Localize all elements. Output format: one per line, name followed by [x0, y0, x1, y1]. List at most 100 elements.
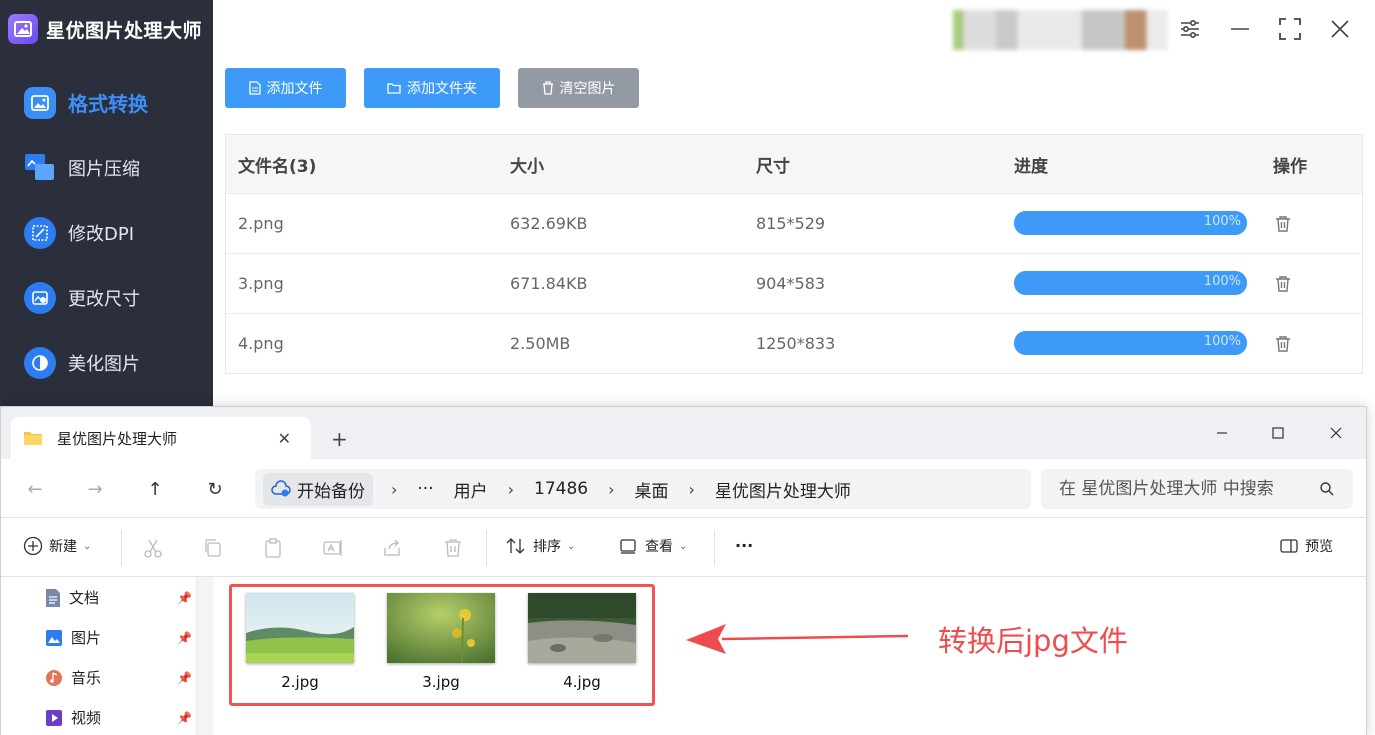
- preview-button[interactable]: 预览: [1279, 536, 1333, 556]
- sidebar-item-label: 图片: [71, 629, 102, 647]
- explorer-titlebar: 星优图片处理大师 ✕ +: [1, 407, 1366, 459]
- close-tab-icon[interactable]: ✕: [278, 429, 291, 448]
- maximize-icon[interactable]: [1275, 14, 1305, 44]
- document-icon: [46, 588, 60, 607]
- back-arrow-icon[interactable]: ←: [21, 475, 49, 503]
- sidebar-item-label: 修改DPI: [68, 223, 135, 245]
- table-header: 文件名(3) 大小 尺寸 进度 操作: [226, 135, 1362, 193]
- pin-icon[interactable]: 📌: [177, 671, 192, 685]
- explorer-sidebar: 文档 📌 图片 📌 音乐 📌 视频 📌: [1, 577, 197, 735]
- sidebar-item-compress[interactable]: 图片压缩: [0, 135, 213, 200]
- file-thumbnail[interactable]: [528, 593, 636, 663]
- explorer-minimize-icon[interactable]: [1199, 415, 1245, 451]
- view-button[interactable]: 查看 ⌄: [619, 536, 687, 556]
- close-icon[interactable]: [1325, 14, 1355, 44]
- breadcrumb-item-user[interactable]: 17486: [534, 479, 588, 499]
- top-bar: [213, 0, 1375, 60]
- sort-label: 排序: [533, 539, 561, 555]
- breadcrumb-separator: ›: [688, 479, 695, 499]
- sidebar-nav: 格式转换 图片压缩 修改DPI 更改尺寸 美化图片: [0, 70, 213, 395]
- backup-chip[interactable]: 开始备份: [263, 472, 373, 506]
- sort-icon: [506, 538, 525, 554]
- breadcrumb-ellipsis[interactable]: ···: [417, 479, 433, 499]
- sidebar-item-music[interactable]: 音乐: [45, 667, 195, 688]
- header-action: 操作: [1273, 156, 1307, 177]
- sidebar-scrollbar[interactable]: [197, 577, 213, 735]
- app-logo-icon: [8, 14, 38, 44]
- explorer-close-icon[interactable]: [1313, 415, 1359, 451]
- brand: 星优图片处理大师: [8, 12, 202, 46]
- file-size: 671.84KB: [510, 274, 588, 293]
- image-convert-icon: [24, 86, 56, 119]
- more-options-button[interactable]: ···: [735, 536, 753, 555]
- rename-icon[interactable]: [322, 537, 344, 559]
- divider: [714, 530, 715, 566]
- search-icon[interactable]: [1319, 481, 1335, 497]
- sidebar-item-documents[interactable]: 文档: [45, 587, 195, 608]
- file-dimensions: 904*583: [756, 274, 826, 293]
- add-folder-button[interactable]: 添加文件夹: [364, 68, 500, 108]
- cloud-backup-icon: [271, 480, 291, 497]
- file-label[interactable]: 3.jpg: [387, 673, 495, 691]
- view-label: 查看: [645, 539, 673, 555]
- copy-icon[interactable]: [202, 537, 224, 559]
- progress-text: 100%: [1203, 214, 1241, 229]
- search-input[interactable]: [1041, 469, 1353, 509]
- breadcrumb-item-desktop[interactable]: 桌面: [635, 477, 669, 502]
- explorer-address-bar: ← → ↑ ↻ 开始备份 › ··· 用户 › 17486 › 桌面 › 星优图…: [1, 459, 1366, 517]
- sidebar-item-label: 音乐: [71, 669, 102, 687]
- share-icon[interactable]: [382, 537, 404, 559]
- divider: [486, 530, 487, 566]
- progress-bar: 100%: [1014, 271, 1247, 295]
- file-table: 文件名(3) 大小 尺寸 进度 操作 2.png 632.69KB 815*52…: [225, 134, 1363, 374]
- pin-icon[interactable]: 📌: [177, 591, 192, 605]
- header-size: 大小: [510, 156, 544, 177]
- settings-sliders-icon[interactable]: [1175, 14, 1205, 44]
- plus-circle-icon: [23, 536, 43, 556]
- forward-arrow-icon[interactable]: →: [81, 475, 109, 503]
- add-folder-label: 添加文件夹: [407, 81, 477, 97]
- sidebar-item-dpi[interactable]: 修改DPI: [0, 200, 213, 265]
- sidebar-item-format-convert[interactable]: 格式转换: [0, 70, 213, 135]
- file-label[interactable]: 2.jpg: [246, 673, 354, 691]
- pin-icon[interactable]: 📌: [177, 631, 192, 645]
- annotation-arrow-icon: [686, 624, 909, 654]
- delete-trash-icon[interactable]: [1274, 275, 1292, 293]
- file-size: 632.69KB: [510, 214, 588, 233]
- explorer-maximize-icon[interactable]: [1255, 415, 1301, 451]
- paste-icon[interactable]: [262, 537, 284, 559]
- more-label: ···: [735, 536, 754, 555]
- new-button[interactable]: 新建 ⌄: [23, 536, 91, 556]
- chevron-down-icon: ⌄: [567, 540, 576, 552]
- sidebar-item-beautify[interactable]: 美化图片: [0, 330, 213, 395]
- sidebar-item-videos[interactable]: 视频: [45, 707, 195, 728]
- file-thumbnail[interactable]: [387, 593, 495, 663]
- annotation-text: 转换后jpg文件: [938, 624, 1128, 658]
- breadcrumb-item-folder[interactable]: 星优图片处理大师: [715, 477, 851, 502]
- up-arrow-icon[interactable]: ↑: [141, 475, 169, 503]
- new-tab-icon[interactable]: +: [331, 427, 348, 451]
- explorer-tab-title: 星优图片处理大师: [57, 429, 178, 448]
- minimize-icon[interactable]: [1225, 14, 1255, 44]
- video-icon: [46, 709, 62, 726]
- add-file-button[interactable]: 添加文件: [225, 68, 346, 108]
- user-account-blurred[interactable]: [953, 10, 1168, 50]
- explorer-tab[interactable]: 星优图片处理大师 ✕: [11, 417, 311, 459]
- pin-icon[interactable]: 📌: [177, 711, 192, 725]
- breadcrumb-separator: ›: [391, 479, 398, 499]
- delete-trash-icon[interactable]: [1274, 335, 1292, 353]
- delete-trash-icon[interactable]: [1274, 215, 1292, 233]
- file-thumbnail[interactable]: [246, 593, 354, 663]
- sidebar-item-pictures[interactable]: 图片: [45, 627, 195, 648]
- refresh-icon[interactable]: ↻: [201, 475, 229, 503]
- delete-icon[interactable]: [442, 537, 464, 559]
- cut-icon[interactable]: [142, 537, 164, 559]
- breadcrumb-item-users[interactable]: 用户: [454, 477, 488, 502]
- sidebar-item-resize[interactable]: 更改尺寸: [0, 265, 213, 330]
- sort-button[interactable]: 排序 ⌄: [505, 536, 575, 556]
- file-dimensions: 1250*833: [756, 334, 836, 353]
- breadcrumb: 开始备份 › ··· 用户 › 17486 › 桌面 › 星优图片处理大师: [255, 469, 1031, 509]
- clear-images-button[interactable]: 清空图片: [518, 68, 639, 108]
- add-file-label: 添加文件: [266, 81, 323, 97]
- file-label[interactable]: 4.jpg: [528, 673, 636, 691]
